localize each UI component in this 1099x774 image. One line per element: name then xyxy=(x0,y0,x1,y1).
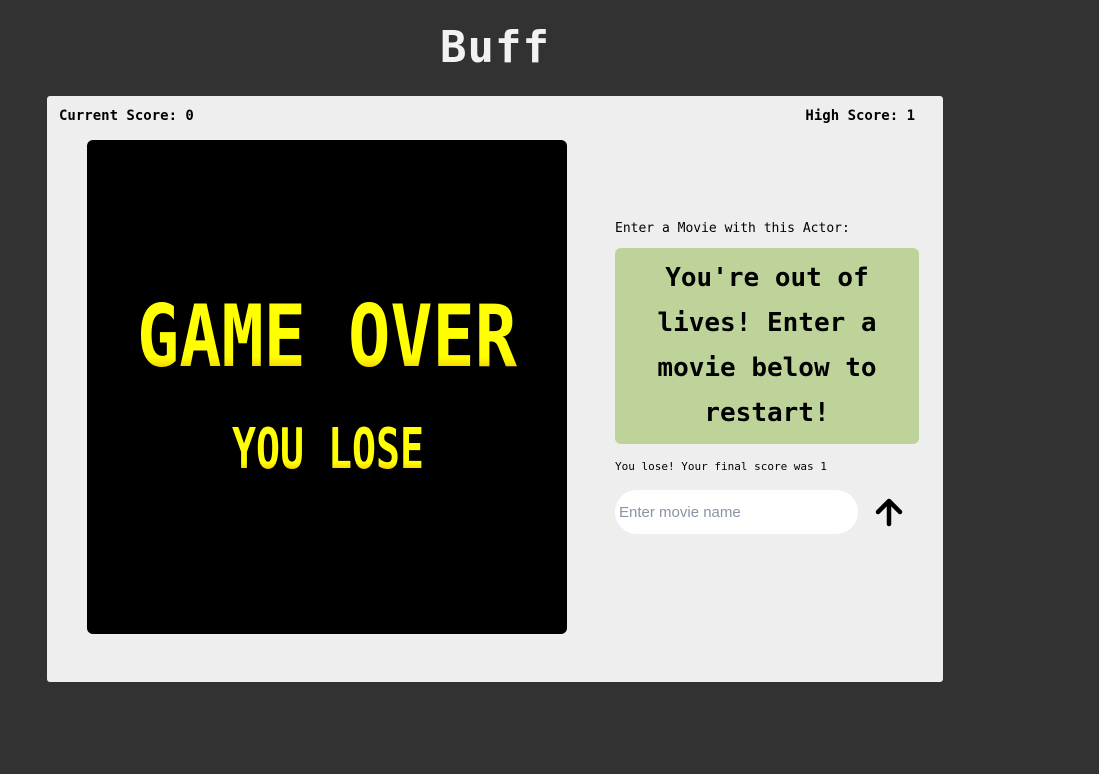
answer-panel: Enter a Movie with this Actor: You're ou… xyxy=(615,221,920,534)
result-message: You lose! Your final score was 1 xyxy=(615,460,827,473)
app-title: Buff xyxy=(440,22,550,73)
you-lose-text: YOU LOSE xyxy=(232,417,424,482)
high-score: High Score: 1 xyxy=(805,108,915,124)
current-score: Current Score: 0 xyxy=(59,108,194,124)
game-over-graphic: GAME OVER YOU LOSE xyxy=(137,287,517,482)
game-over-text: GAME OVER xyxy=(137,287,517,387)
actor-box-text: You're out of lives! Enter a movie below… xyxy=(657,263,877,428)
prompt-label: Enter a Movie with this Actor: xyxy=(615,221,850,236)
submit-button[interactable] xyxy=(872,495,906,529)
actor-box: You're out of lives! Enter a movie below… xyxy=(615,248,919,444)
movie-input[interactable] xyxy=(615,490,858,534)
game-over-image: GAME OVER YOU LOSE xyxy=(87,140,567,634)
arrow-up-icon xyxy=(875,498,903,527)
input-row xyxy=(615,490,920,534)
game-card: Current Score: 0 High Score: 1 GAME OVER… xyxy=(47,96,943,682)
